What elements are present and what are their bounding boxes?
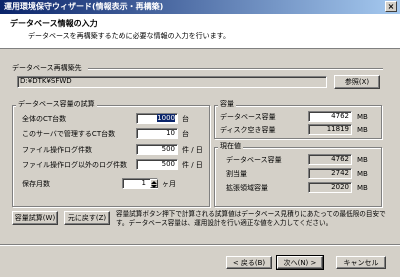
current-db-capacity-field: 4762 <box>308 154 352 165</box>
retention-label: 保存月数 <box>22 180 50 188</box>
calc-capacity-button[interactable]: 容量試算(W) <box>12 211 58 225</box>
retention-spin[interactable] <box>150 179 158 188</box>
total-ct-value: 1000 <box>157 114 175 122</box>
file-log-label: ファイル操作ログ件数 <box>22 146 92 154</box>
close-icon: × <box>387 2 395 11</box>
managed-ct-label: このサーバで管理するCT台数 <box>22 130 116 138</box>
other-log-unit: 件 / 日 <box>182 161 203 169</box>
allocated-label: 割当量 <box>226 170 247 178</box>
db-capacity-input[interactable]: 4762 <box>308 111 352 122</box>
spin-up-icon[interactable] <box>151 181 157 184</box>
reset-button[interactable]: 元に戻す(Z) <box>64 211 110 225</box>
window-title: 運用環境保守ウィザード(情報表示・再構築) <box>4 2 164 11</box>
disk-free-field: 11819 <box>308 124 352 135</box>
next-button[interactable]: 次へ(N) > <box>276 255 324 270</box>
other-log-input[interactable]: 500 <box>136 159 178 170</box>
spin-down-icon[interactable] <box>151 185 157 188</box>
disk-free-label: ディスク空き容量 <box>220 126 276 134</box>
browse-button[interactable]: 参照(X) <box>334 75 380 89</box>
total-ct-input[interactable]: 1000 <box>136 113 178 124</box>
footer-separator <box>0 244 400 246</box>
separator <box>88 68 383 70</box>
estimate-group-title: データベース容量の試算 <box>16 100 97 109</box>
extension-unit: MB <box>357 184 368 192</box>
allocated-field: 2742 <box>308 168 352 179</box>
current-db-capacity-label: データベース容量 <box>226 156 282 164</box>
managed-ct-unit: 台 <box>182 130 189 138</box>
title-bar: 運用環境保守ウィザード(情報表示・再構築) × <box>0 0 400 14</box>
extension-field: 2020 <box>308 182 352 193</box>
page-subtitle: データベースを再構築するために必要な情報の入力を行います。 <box>28 32 230 40</box>
capacity-note: 容量試算ボタン押下で計算される試算値はデータベース見積りにあたっての最低限の目安… <box>116 210 386 227</box>
disk-free-unit: MB <box>357 126 368 134</box>
allocated-unit: MB <box>357 170 368 178</box>
file-log-unit: 件 / 日 <box>182 146 203 154</box>
db-capacity-unit: MB <box>357 113 368 121</box>
wizard-header: データベース情報の入力 データベースを再構築するために必要な情報の入力を行います… <box>0 14 400 49</box>
close-button[interactable]: × <box>385 1 397 12</box>
file-log-input[interactable]: 500 <box>136 144 178 155</box>
db-capacity-label: データベース容量 <box>220 113 276 121</box>
retention-unit: ヶ月 <box>162 180 176 188</box>
rebuild-path-field[interactable]: D:¥DTK¥SFWD <box>17 76 327 88</box>
capacity-group-title: 容量 <box>218 100 236 109</box>
back-button[interactable]: < 戻る(B) <box>226 256 272 269</box>
page-title: データベース情報の入力 <box>10 19 98 28</box>
current-db-capacity-unit: MB <box>357 156 368 164</box>
total-ct-unit: 台 <box>182 115 189 123</box>
total-ct-label: 全体のCT台数 <box>22 115 67 123</box>
cancel-button[interactable]: キャンセル <box>336 256 386 269</box>
extension-label: 拡張領域容量 <box>226 184 268 192</box>
other-log-label: ファイル操作ログ以外のログ件数 <box>22 161 127 169</box>
managed-ct-input[interactable]: 10 <box>136 128 178 139</box>
current-group-title: 現在値 <box>218 142 243 151</box>
rebuild-dest-label: データベース再構築先 <box>12 64 82 72</box>
